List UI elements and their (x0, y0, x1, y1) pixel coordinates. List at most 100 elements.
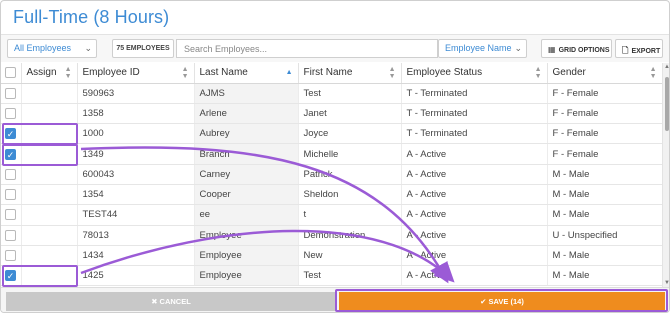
assign-checkbox-cell[interactable] (1, 245, 22, 267)
column-label: Last Name (199, 67, 248, 79)
employee-status-cell: A - Active (401, 265, 548, 287)
table-row[interactable]: ✓ 1349 Branch Michelle A - Active F - Female (1, 143, 662, 165)
employee-status-cell: A - Active (401, 184, 548, 206)
column-header-gender[interactable]: Gender ▲ ▼ (547, 63, 662, 84)
assign-checkbox[interactable] (5, 209, 16, 221)
assign-checkbox[interactable] (5, 87, 16, 99)
last-name-cell: Employee (194, 225, 299, 246)
cancel-button[interactable]: ✖ CANCEL (6, 292, 336, 311)
employee-id-cell: 1358 (77, 103, 195, 125)
column-header-assign[interactable]: Assign ▲ ▼ (21, 63, 78, 84)
last-name-cell: Branch (194, 143, 299, 165)
sort-icon: ▲ ▼ (181, 66, 189, 80)
column-label: First Name (303, 67, 353, 79)
last-name-cell: Employee (194, 265, 299, 287)
table-row[interactable]: ✓ 1000 Aubrey Joyce T - Terminated F - Female (1, 123, 662, 145)
column-header-employee-status[interactable]: Employee Status ▲ ▼ (401, 63, 548, 84)
assign-checkbox[interactable] (5, 168, 16, 180)
chevron-down-icon: ⌄ (84, 43, 92, 53)
assign-checkbox[interactable] (5, 107, 16, 119)
employee-id-cell: 1354 (77, 184, 195, 206)
annotation-highlight-row-1349 (2, 144, 78, 166)
table-row[interactable]: 78013 Employee Demonstration A - Active U - … (1, 225, 662, 246)
toolbar: All Employees ⌄ 75 EMPLOYEES Search Empl… (1, 35, 669, 62)
grid-options-label: GRID OPTIONS (558, 47, 610, 54)
employee-id-cell: 78013 (77, 225, 195, 246)
assign-cell (21, 164, 78, 185)
scrollbar-thumb[interactable] (665, 77, 669, 131)
employee-status-cell: A - Active (401, 164, 548, 185)
search-input[interactable]: Search Employees... (176, 39, 438, 58)
first-name-cell: Joyce (298, 123, 402, 145)
assign-cell (21, 204, 78, 226)
select-all-cell[interactable] (1, 63, 22, 84)
employee-id-cell: TEST44 (77, 204, 195, 226)
last-name-cell: Arlene (194, 103, 299, 125)
employee-status-cell: T - Terminated (401, 103, 548, 125)
employee-count-badge: 75 EMPLOYEES (112, 39, 174, 58)
employee-filter-select[interactable]: All Employees ⌄ (7, 39, 97, 58)
assign-checkbox[interactable] (5, 250, 16, 262)
employee-grid: Assign ▲ ▼ Employee ID ▲ ▼ Last Name ▲ First … (1, 63, 662, 287)
select-all-checkbox[interactable] (5, 67, 16, 79)
gender-cell: F - Female (547, 123, 662, 145)
sort-field-select[interactable]: Employee Name ⌄ (438, 39, 527, 58)
annotation-highlight-save (335, 289, 668, 312)
table-row[interactable]: 1358 Arlene Janet T - Terminated F - Female (1, 103, 662, 125)
first-name-cell: New (298, 245, 402, 267)
assign-checkbox-cell[interactable] (1, 225, 22, 246)
assign-checkbox-cell[interactable] (1, 204, 22, 226)
first-name-cell: Janet (298, 103, 402, 125)
assign-checkbox-cell[interactable] (1, 184, 22, 206)
first-name-cell: Demonstration (298, 225, 402, 246)
table-row[interactable]: 590963 AJMS Test T - Terminated F - Female (1, 83, 662, 104)
assign-checkbox[interactable] (5, 189, 16, 201)
employee-id-cell: 1434 (77, 245, 195, 267)
first-name-cell: Test (298, 265, 402, 287)
annotation-highlight-row-1000 (2, 123, 78, 145)
scroll-down-icon[interactable]: ▼ (664, 280, 669, 286)
chevron-down-icon: ⌄ (514, 43, 522, 53)
column-header-last-name[interactable]: Last Name ▲ (194, 63, 299, 84)
assign-checkbox[interactable] (5, 229, 16, 241)
file-icon: 🗋 (622, 46, 629, 55)
sort-icon: ▲ ▼ (534, 66, 542, 80)
assign-checkbox-cell[interactable] (1, 164, 22, 185)
employee-id-cell: 1000 (77, 123, 195, 145)
employee-filter-value: All Employees (14, 43, 72, 53)
column-header-employee-id[interactable]: Employee ID ▲ ▼ (77, 63, 195, 84)
column-header-first-name[interactable]: First Name ▲ ▼ (298, 63, 402, 84)
employee-id-cell: 1349 (77, 143, 195, 165)
assign-employees-panel: Full-Time (8 Hours) All Employees ⌄ 75 E… (0, 0, 670, 313)
gender-cell: M - Male (547, 204, 662, 226)
assign-checkbox-cell[interactable] (1, 83, 22, 104)
scroll-up-icon[interactable]: ▲ (664, 64, 669, 70)
export-button[interactable]: 🗋 EXPORT (615, 39, 663, 58)
grid-options-button[interactable]: ▦ GRID OPTIONS (541, 39, 612, 58)
column-label: Employee ID (82, 67, 140, 79)
sort-icon: ▲ ▼ (649, 66, 657, 80)
column-label: Gender (552, 67, 586, 79)
last-name-cell: Carney (194, 164, 299, 185)
assign-cell (21, 83, 78, 104)
grid-icon: ▦ (548, 45, 556, 54)
assign-cell (21, 225, 78, 246)
table-row[interactable]: 1354 Cooper Sheldon A - Active M - Male (1, 184, 662, 206)
grid-scrollbar[interactable]: ▲ ▼ (662, 63, 669, 287)
last-name-cell: AJMS (194, 83, 299, 104)
employee-status-cell: T - Terminated (401, 123, 548, 145)
table-row[interactable]: 1434 Employee New A - Active M - Male (1, 245, 662, 267)
employee-status-cell: T - Terminated (401, 83, 548, 104)
sort-icon: ▲ ▼ (64, 66, 72, 80)
table-row[interactable]: TEST44 ee t A - Active M - Male (1, 204, 662, 226)
assign-checkbox-cell[interactable] (1, 103, 22, 125)
gender-cell: M - Male (547, 265, 662, 287)
gender-cell: F - Female (547, 103, 662, 125)
page-title: Full-Time (8 Hours) (13, 7, 170, 27)
assign-cell (21, 245, 78, 267)
table-row[interactable]: ✓ 1425 Employee Test A - Active M - Male (1, 265, 662, 287)
table-row[interactable]: 600043 Carney Patrick A - Active M - Male (1, 164, 662, 185)
employee-id-cell: 590963 (77, 83, 195, 104)
gender-cell: M - Male (547, 184, 662, 206)
gender-cell: M - Male (547, 245, 662, 267)
